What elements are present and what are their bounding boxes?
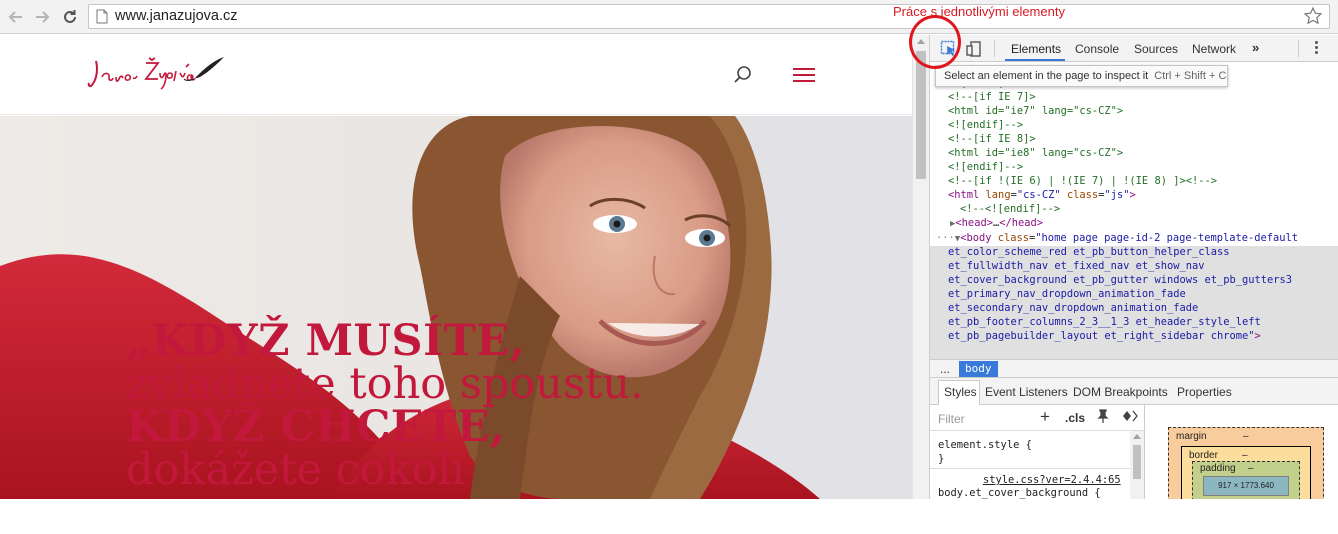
tab-styles[interactable]: Styles: [944, 385, 977, 399]
element-style-rule[interactable]: element.style {: [938, 439, 1032, 451]
hero-quote: „KDYŽ MUSÍTE, zvládnete toho spoustu. KD…: [126, 316, 644, 495]
dom-node[interactable]: <!--[if IE 8]>: [948, 132, 1036, 146]
arrow-left-icon: [8, 11, 22, 23]
screenshot-root: www.janazujova.cz Práce s jednotlivými e…: [0, 0, 1338, 534]
website-viewport: „KDYŽ MUSÍTE, zvládnete toho spoustu. KD…: [0, 35, 912, 499]
tab-dom-breakpoints[interactable]: DOM Breakpoints: [1073, 385, 1168, 399]
tab-separator: [1298, 40, 1299, 57]
tooltip-shortcut: Ctrl + Shift + C: [1154, 70, 1227, 82]
dom-node-body-class: et_secondary_nav_dropdown_animation_fade: [948, 302, 1199, 314]
rule-separator: [930, 468, 1130, 469]
dom-node-body-class: et_pb_footer_columns_2_3__1_3 et_header_…: [948, 316, 1261, 328]
bookmark-star-icon[interactable]: [1303, 6, 1323, 26]
tab-network[interactable]: Network: [1192, 42, 1236, 56]
breadcrumb-ellipsis[interactable]: ...: [940, 362, 950, 376]
color-format-icon[interactable]: [1122, 410, 1138, 422]
box-model-border[interactable]: border – padding – 917 × 1773.640: [1181, 446, 1311, 499]
more-tabs-icon[interactable]: »: [1252, 40, 1259, 55]
box-model-padding[interactable]: padding – 917 × 1773.640: [1192, 461, 1300, 499]
inspect-tooltip: Select an element in the page to inspect…: [935, 65, 1228, 87]
styles-tab-bar: Styles Event Listeners DOM Breakpoints P…: [930, 378, 1338, 405]
dom-node-head[interactable]: ▶<head>…</head>: [950, 216, 1043, 231]
dom-node[interactable]: <!--<![endif]-->: [960, 202, 1060, 216]
devtools-tab-bar: Elements Console Sources Network »: [930, 35, 1338, 62]
bottom-blank-area: [0, 499, 1338, 534]
url-text[interactable]: www.janazujova.cz: [115, 8, 238, 24]
active-tab-indicator: [1005, 59, 1065, 61]
stylesheet-link-text[interactable]: style.css?ver=2.4.4:65: [983, 474, 1121, 486]
dom-node-body-class: et_cover_background et_pb_gutter windows…: [948, 274, 1293, 286]
styles-scroll-thumb[interactable]: [1133, 445, 1141, 479]
annotation-circle: [909, 15, 961, 69]
margin-value: –: [1243, 431, 1249, 442]
pin-icon[interactable]: [1097, 409, 1109, 423]
border-value: –: [1242, 450, 1248, 461]
styles-filter-input[interactable]: Filter: [938, 412, 965, 426]
tab-event-listeners[interactable]: Event Listeners: [985, 385, 1068, 399]
menu-hamburger-icon[interactable]: [793, 68, 815, 82]
search-icon[interactable]: [733, 65, 753, 85]
dom-node[interactable]: <!--[if IE 7]>: [948, 90, 1036, 104]
dom-node[interactable]: <html id="ie8" lang="cs-CZ">: [948, 146, 1123, 160]
cls-toggle-button[interactable]: .cls: [1065, 411, 1085, 425]
tab-separator: [994, 40, 995, 57]
tab-elements[interactable]: Elements: [1011, 42, 1061, 56]
stylesheet-link[interactable]: style.css?ver=2.4.4:65: [983, 474, 1121, 486]
close-brace: }: [938, 453, 945, 465]
box-model-content[interactable]: 917 × 1773.640: [1203, 476, 1289, 496]
styles-pane: Filter + .cls element.style { } style.cs…: [930, 405, 1145, 499]
styles-scrollbar[interactable]: [1130, 431, 1144, 499]
css-rule-selector[interactable]: body.et_cover_background {: [938, 487, 1101, 499]
margin-label: margin: [1176, 431, 1207, 442]
tab-sources[interactable]: Sources: [1134, 42, 1178, 56]
tooltip-text: Select an element in the page to inspect…: [944, 70, 1149, 82]
quote-line-1: „KDYŽ MUSÍTE,: [126, 316, 525, 366]
border-label: border: [1189, 450, 1218, 461]
devtools-panel: Elements Console Sources Network » <![en…: [929, 35, 1338, 499]
back-button[interactable]: [6, 7, 26, 27]
tab-console[interactable]: Console: [1075, 42, 1119, 56]
dom-node[interactable]: <html id="ie7" lang="cs-CZ">: [948, 104, 1123, 118]
scroll-up-arrow-icon[interactable]: [1133, 434, 1141, 439]
padding-label: padding: [1200, 463, 1236, 474]
reload-button[interactable]: [60, 7, 80, 27]
dom-node-body-class: et_color_scheme_red et_pb_button_helper_…: [948, 246, 1230, 258]
box-model-diagram: margin – border – padding – 917 × 1773.6…: [1146, 405, 1338, 499]
scroll-thumb[interactable]: [916, 51, 926, 179]
dom-breadcrumb: ... body: [930, 359, 1338, 378]
arrow-right-icon: [36, 11, 50, 23]
site-header: [0, 35, 912, 115]
annotation-text: Práce s jednotlivými elementy: [893, 4, 1065, 19]
dom-node-body-class: et_pb_pagebuilder_layout et_right_sideba…: [948, 330, 1261, 342]
quote-line-3: KDYŽ CHCETE,: [126, 402, 506, 452]
breadcrumb-body[interactable]: body: [959, 361, 998, 377]
devtools-menu-icon[interactable]: [1315, 41, 1319, 56]
new-rule-plus-icon[interactable]: +: [1040, 407, 1050, 427]
page-scrollbar[interactable]: [912, 35, 929, 499]
dom-node-body[interactable]: ···▼<body class="home page page-id-2 pag…: [936, 231, 1298, 246]
device-toolbar-icon[interactable]: [966, 40, 984, 58]
dom-node[interactable]: <![endif]-->: [948, 118, 1023, 132]
quote-line-4: dokážete cokoli: [126, 445, 466, 495]
dom-node[interactable]: <!--[if !(IE 6) | !(IE 7) | !(IE 8) ]><!…: [948, 174, 1217, 188]
padding-value: –: [1248, 463, 1254, 474]
dom-node-body-class: et_primary_nav_dropdown_animation_fade: [948, 288, 1186, 300]
site-logo[interactable]: [86, 49, 226, 99]
address-bar[interactable]: www.janazujova.cz: [88, 4, 1330, 29]
hero-image: „KDYŽ MUSÍTE, zvládnete toho spoustu. KD…: [0, 116, 912, 499]
reload-icon: [64, 10, 76, 23]
browser-toolbar: www.janazujova.cz Práce s jednotlivými e…: [0, 0, 1338, 34]
page-icon: [96, 9, 108, 24]
dom-tree: <![endif]--> <!--[if IE 7]> <html id="ie…: [930, 63, 1338, 367]
tab-properties[interactable]: Properties: [1177, 385, 1232, 399]
box-model-margin[interactable]: margin – border – padding – 917 × 1773.6…: [1168, 427, 1324, 499]
styles-filter-row: Filter + .cls: [930, 405, 1145, 431]
quote-line-2: zvládnete toho spoustu.: [126, 359, 644, 409]
dom-node-body-class: et_fullwidth_nav et_fixed_nav et_show_na…: [948, 260, 1205, 272]
dom-node-html[interactable]: <html lang="cs-CZ" class="js">: [948, 188, 1136, 202]
dom-node[interactable]: <![endif]-->: [948, 160, 1023, 174]
forward-button[interactable]: [32, 7, 52, 27]
